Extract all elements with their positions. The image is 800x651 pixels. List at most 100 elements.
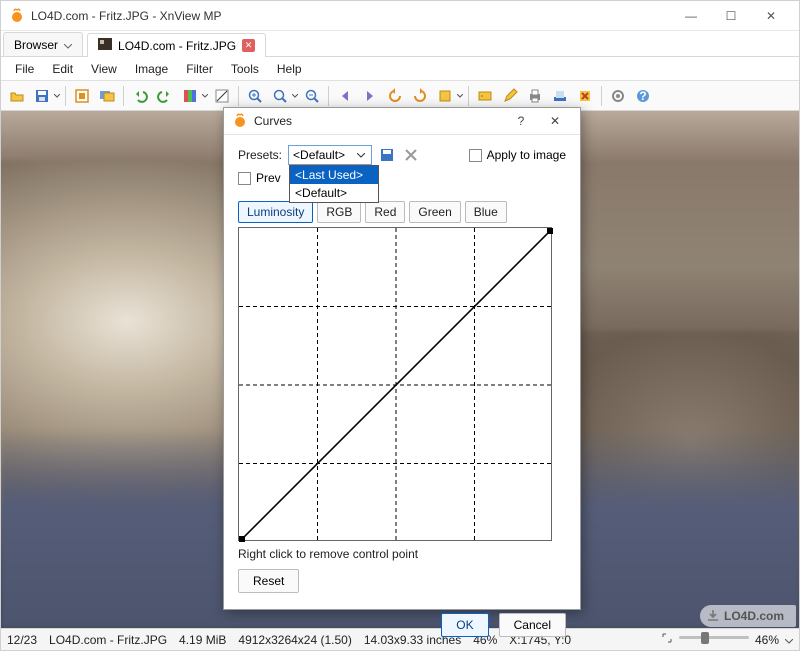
crop-dropdown-icon[interactable] [456, 84, 464, 108]
menu-file[interactable]: File [7, 59, 42, 79]
dialog-title: Curves [254, 114, 504, 128]
color-balance-icon[interactable] [178, 84, 202, 108]
presets-selected: <Default> [293, 148, 355, 162]
menu-filter[interactable]: Filter [178, 59, 221, 79]
preset-option-last-used[interactable]: <Last Used> [290, 166, 378, 184]
close-button[interactable]: ✕ [751, 2, 791, 30]
dialog-footer: OK Cancel [224, 603, 580, 647]
redo-icon[interactable] [153, 84, 177, 108]
channel-tabs: Luminosity RGB Red Green Blue [238, 201, 566, 223]
curves-icon[interactable] [210, 84, 234, 108]
app-window: LO4D.com - Fritz.JPG - XnView MP — ☐ ✕ B… [0, 0, 800, 651]
svg-text:?: ? [639, 89, 646, 103]
dialog-icon [232, 113, 248, 129]
zoom-in-icon[interactable] [243, 84, 267, 108]
presets-combobox[interactable]: <Default> <Last Used> <Default> [288, 145, 372, 165]
window-title: LO4D.com - Fritz.JPG - XnView MP [31, 9, 671, 23]
edit-icon[interactable] [498, 84, 522, 108]
tab-blue[interactable]: Blue [465, 201, 507, 223]
fullscreen-icon[interactable] [70, 84, 94, 108]
status-filesize: 4.19 MiB [179, 633, 226, 647]
print-icon[interactable] [523, 84, 547, 108]
chevron-down-icon [355, 153, 367, 158]
zoom-slider[interactable] [679, 636, 749, 643]
save-icon[interactable] [30, 84, 54, 108]
dialog-help-button[interactable]: ? [504, 108, 538, 134]
apply-to-image-checkbox[interactable]: Apply to image [469, 148, 566, 162]
help-icon[interactable]: ? [631, 84, 655, 108]
dialog-title-bar[interactable]: Curves ? ✕ [224, 108, 580, 135]
crop-icon[interactable] [433, 84, 457, 108]
tab-browser[interactable]: Browser [3, 32, 83, 56]
tab-close-icon[interactable]: ✕ [242, 39, 255, 52]
status-zoom-value: 46% [755, 633, 779, 647]
window-buttons: — ☐ ✕ [671, 2, 791, 30]
apply-to-image-label: Apply to image [487, 148, 566, 162]
zoom-icon[interactable] [268, 84, 292, 108]
slideshow-icon[interactable] [95, 84, 119, 108]
curve-editor[interactable] [238, 227, 552, 541]
preview-label: Prev [256, 171, 281, 185]
separator [65, 86, 66, 106]
cancel-button[interactable]: Cancel [499, 613, 566, 637]
delete-icon[interactable] [573, 84, 597, 108]
status-filename: LO4D.com - Fritz.JPG [49, 633, 167, 647]
zoom-fit-icon[interactable] [661, 632, 673, 647]
status-right: 46% [661, 632, 793, 647]
separator [123, 86, 124, 106]
dropdown-icon [64, 38, 72, 52]
zoom-dropdown-icon[interactable] [291, 84, 299, 108]
tab-browser-label: Browser [14, 38, 58, 52]
menu-tools[interactable]: Tools [223, 59, 267, 79]
delete-preset-icon[interactable] [402, 146, 420, 164]
checkbox-icon [238, 172, 251, 185]
preset-option-default[interactable]: <Default> [290, 184, 378, 202]
tab-file[interactable]: LO4D.com - Fritz.JPG ✕ [87, 33, 266, 57]
title-bar: LO4D.com - Fritz.JPG - XnView MP — ☐ ✕ [1, 1, 799, 31]
tab-file-label: LO4D.com - Fritz.JPG [118, 39, 236, 53]
tab-rgb[interactable]: RGB [317, 201, 361, 223]
prev-icon[interactable] [333, 84, 357, 108]
open-icon[interactable] [5, 84, 29, 108]
watermark-overlay: LO4D.com [700, 605, 796, 627]
tag-icon[interactable] [473, 84, 497, 108]
reset-button[interactable]: Reset [238, 569, 299, 593]
curves-dialog: Curves ? ✕ Presets: <Default> <Last Used… [223, 107, 581, 610]
settings-icon[interactable] [606, 84, 630, 108]
rotate-left-icon[interactable] [383, 84, 407, 108]
menu-view[interactable]: View [83, 59, 125, 79]
presets-label: Presets: [238, 148, 282, 162]
menu-edit[interactable]: Edit [44, 59, 81, 79]
zoom-out-icon[interactable] [300, 84, 324, 108]
separator [328, 86, 329, 106]
rotate-right-icon[interactable] [408, 84, 432, 108]
undo-icon[interactable] [128, 84, 152, 108]
image-thumb-icon [98, 38, 112, 53]
tab-red[interactable]: Red [365, 201, 405, 223]
save-dropdown-icon[interactable] [53, 84, 61, 108]
separator [601, 86, 602, 106]
save-preset-icon[interactable] [378, 146, 396, 164]
dialog-close-button[interactable]: ✕ [538, 108, 572, 134]
dialog-body: Presets: <Default> <Last Used> <Default>… [224, 135, 580, 603]
preview-checkbox[interactable]: Prev [238, 171, 281, 185]
minimize-button[interactable]: — [671, 2, 711, 30]
scanner-icon[interactable] [548, 84, 572, 108]
next-icon[interactable] [358, 84, 382, 108]
menu-help[interactable]: Help [269, 59, 310, 79]
maximize-button[interactable]: ☐ [711, 2, 751, 30]
menu-image[interactable]: Image [127, 59, 176, 79]
separator [468, 86, 469, 106]
status-index: 12/23 [7, 633, 37, 647]
chevron-down-icon[interactable] [785, 633, 793, 647]
app-icon [9, 8, 25, 24]
tab-green[interactable]: Green [409, 201, 460, 223]
ok-button[interactable]: OK [441, 613, 488, 637]
tab-luminosity[interactable]: Luminosity [238, 201, 313, 223]
presets-dropdown-list: <Last Used> <Default> [289, 165, 379, 203]
menu-bar: File Edit View Image Filter Tools Help [1, 57, 799, 81]
curve-hint: Right click to remove control point [238, 547, 566, 561]
color-dropdown-icon[interactable] [201, 84, 209, 108]
download-icon [706, 609, 720, 623]
checkbox-icon [469, 149, 482, 162]
